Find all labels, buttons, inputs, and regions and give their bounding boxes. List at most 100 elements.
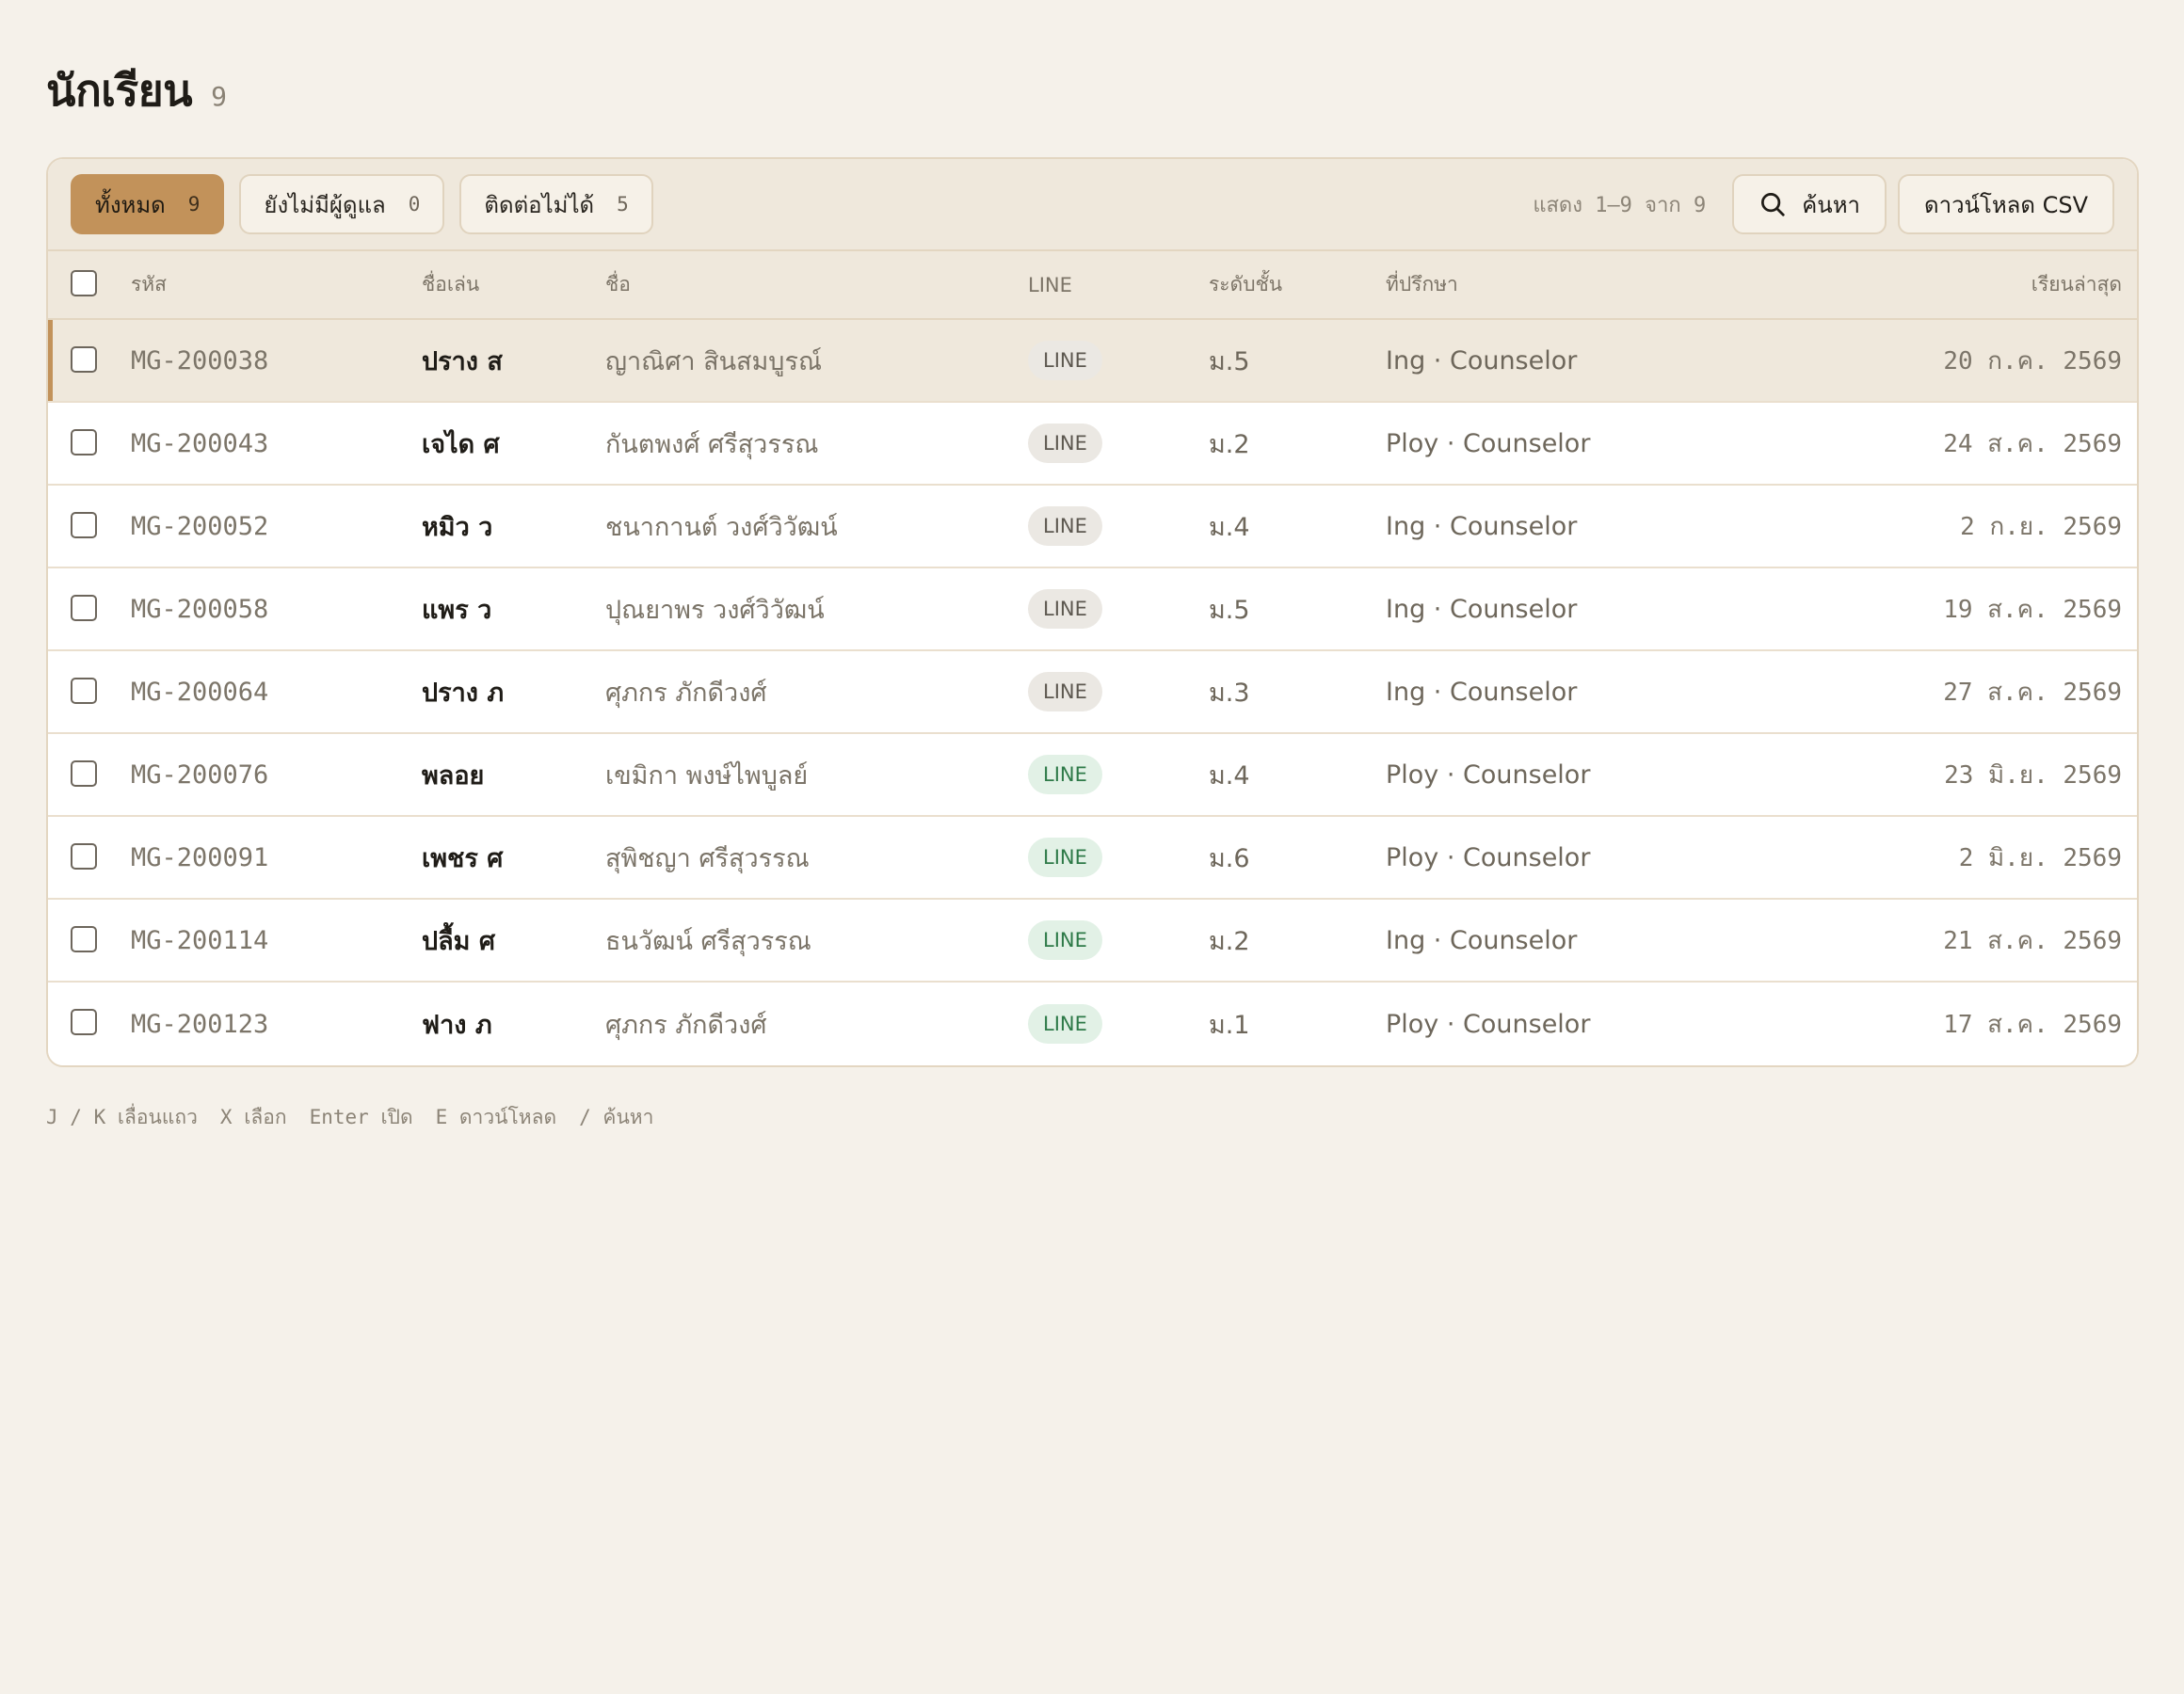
- student-code: MG-200052: [131, 511, 269, 541]
- shortcut-search: / ค้นหา: [579, 1106, 654, 1128]
- line-status-cell: LINE: [1028, 424, 1102, 463]
- student-nickname: ฟาง ภ: [422, 1010, 492, 1040]
- row-checkbox-cell: [71, 760, 99, 789]
- row-checkbox[interactable]: [71, 1009, 97, 1035]
- student-nickname: ปราง ส: [422, 346, 503, 376]
- filter-count: 5: [617, 193, 629, 216]
- row-checkbox-cell: [71, 678, 99, 706]
- student-grade: ม.5: [1209, 595, 1250, 625]
- line-status-badge: LINE: [1028, 920, 1102, 960]
- filter-no-advisor[interactable]: ยังไม่มีผู้ดูแล 0: [239, 174, 445, 234]
- table-body: MG-200038 ปราง ส ญาณิศา สินสมบูรณ์ LINE ม.5 I…: [48, 320, 2137, 1065]
- student-name: ปุณยาพร วงศ์วิวัฒน์: [605, 595, 825, 625]
- row-checkbox[interactable]: [71, 760, 97, 787]
- select-all-checkbox[interactable]: [71, 270, 97, 296]
- shortcut-select: X เลือก: [219, 1106, 287, 1128]
- student-advisor: Ing · Counselor: [1386, 345, 1578, 376]
- row-checkbox-cell: [71, 1009, 99, 1037]
- line-status-badge: LINE: [1028, 1004, 1102, 1044]
- row-checkbox[interactable]: [71, 512, 97, 538]
- student-code: MG-200114: [131, 925, 269, 955]
- student-advisor: Ing · Counselor: [1386, 925, 1578, 955]
- student-name: เขมิกา พงษ์ไพบูลย์: [605, 760, 809, 791]
- pagination-range: แสดง 1–9 จาก 9: [1533, 193, 1707, 217]
- student-advisor: Ploy · Counselor: [1386, 842, 1591, 872]
- row-checkbox-cell: [71, 843, 99, 871]
- line-status-cell: LINE: [1028, 506, 1102, 546]
- table-row[interactable]: MG-200123 ฟาง ภ ศุภกร ภักดีวงศ์ LINE ม.1 Ploy…: [48, 983, 2137, 1065]
- line-status-cell: LINE: [1028, 672, 1102, 711]
- row-checkbox[interactable]: [71, 346, 97, 373]
- search-button[interactable]: ค้นหา: [1732, 174, 1887, 234]
- student-name: ศุภกร ภักดีวงศ์: [605, 678, 767, 708]
- select-all-cell: [71, 270, 99, 298]
- row-checkbox[interactable]: [71, 429, 97, 455]
- row-checkbox[interactable]: [71, 678, 97, 704]
- student-grade: ม.6: [1209, 843, 1250, 873]
- filter-count: 0: [408, 193, 421, 216]
- student-nickname: หมิว ว: [422, 512, 493, 542]
- table-row[interactable]: MG-200038 ปราง ส ญาณิศา สินสมบูรณ์ LINE ม.5 I…: [48, 320, 2137, 403]
- table-header: รหัส ชื่อเล่น ชื่อ LINE ระดับชั้น ที่ปรึ…: [48, 251, 2137, 320]
- last-class-date: 17 ส.ค. 2569: [1943, 1010, 2122, 1039]
- student-advisor: Ing · Counselor: [1386, 511, 1578, 541]
- student-code: MG-200076: [131, 759, 269, 790]
- student-grade: ม.4: [1209, 512, 1250, 542]
- last-class-date: 21 ส.ค. 2569: [1943, 926, 2122, 955]
- filter-count: 9: [187, 193, 201, 216]
- table-row[interactable]: MG-200091 เพชร ศ สุพิชญา ศรีสุวรรณ LINE ม.6 P…: [48, 817, 2137, 900]
- student-code: MG-200038: [131, 345, 269, 376]
- last-class-date: 19 ส.ค. 2569: [1943, 595, 2122, 624]
- search-icon: [1761, 193, 1785, 216]
- column-header-code[interactable]: รหัส: [131, 269, 167, 300]
- last-class-date: 23 มิ.ย. 2569: [1944, 760, 2122, 790]
- filter-all[interactable]: ทั้งหมด 9: [71, 174, 225, 234]
- row-checkbox[interactable]: [71, 595, 97, 621]
- row-checkbox-cell: [71, 926, 99, 954]
- row-checkbox[interactable]: [71, 843, 97, 870]
- column-header-advisor[interactable]: ที่ปรึกษา: [1386, 269, 1458, 300]
- last-class-date: 24 ส.ค. 2569: [1943, 429, 2122, 458]
- last-class-date: 20 ก.ค. 2569: [1943, 346, 2122, 376]
- row-checkbox[interactable]: [71, 926, 97, 952]
- student-nickname: แพร ว: [422, 595, 492, 625]
- student-name: ญาณิศา สินสมบูรณ์: [605, 346, 823, 376]
- line-status-cell: LINE: [1028, 1004, 1102, 1044]
- column-header-name[interactable]: ชื่อ: [605, 269, 631, 300]
- students-page: นักเรียน 9 ทั้งหมด 9 ยังไม่มีผู้ดูแล 0 ต…: [46, 56, 2139, 1128]
- row-checkbox-cell: [71, 346, 99, 375]
- student-grade: ม.2: [1209, 429, 1250, 459]
- shortcut-open: Enter เปิด: [309, 1106, 413, 1128]
- student-name: ธนวัฒน์ ศรีสุวรรณ: [605, 926, 811, 956]
- student-advisor: Ploy · Counselor: [1386, 1009, 1591, 1039]
- table-row[interactable]: MG-200052 หมิว ว ชนากานต์ วงศ์วิวัฒน์ LINE ม…: [48, 486, 2137, 568]
- line-status-badge: LINE: [1028, 424, 1102, 463]
- student-grade: ม.1: [1209, 1010, 1250, 1040]
- row-checkbox-cell: [71, 595, 99, 623]
- table-row[interactable]: MG-200114 ปลื้ม ศ ธนวัฒน์ ศรีสุวรรณ LINE ม.2…: [48, 900, 2137, 983]
- student-grade: ม.5: [1209, 346, 1250, 376]
- table-row[interactable]: MG-200043 เจได ศ กันตพงศ์ ศรีสุวรรณ LINE ม.2…: [48, 403, 2137, 486]
- student-nickname: เจได ศ: [422, 429, 500, 459]
- column-header-nickname[interactable]: ชื่อเล่น: [422, 269, 479, 300]
- column-header-grade[interactable]: ระดับชั้น: [1209, 269, 1282, 300]
- student-advisor: Ing · Counselor: [1386, 677, 1578, 707]
- line-status-badge: LINE: [1028, 589, 1102, 629]
- filter-unreachable[interactable]: ติดต่อไม่ได้ 5: [459, 174, 653, 234]
- student-grade: ม.2: [1209, 926, 1250, 956]
- keyboard-shortcuts: J / K เลื่อนแถว X เลือก Enter เปิด E ดาว…: [46, 1102, 676, 1133]
- student-count: 9: [211, 81, 227, 112]
- table-toolbar: ทั้งหมด 9 ยังไม่มีผู้ดูแล 0 ติดต่อไม่ได้…: [48, 159, 2137, 251]
- student-name: ศุภกร ภักดีวงศ์: [605, 1010, 767, 1040]
- column-header-line[interactable]: LINE: [1028, 274, 1072, 296]
- table-row[interactable]: MG-200064 ปราง ภ ศุภกร ภักดีวงศ์ LINE ม.3 Ing…: [48, 651, 2137, 734]
- student-nickname: เพชร ศ: [422, 843, 504, 873]
- column-header-last-class[interactable]: เรียนล่าสุด: [2031, 269, 2122, 300]
- line-status-badge: LINE: [1028, 341, 1102, 380]
- table-row[interactable]: MG-200076 พลอย เขมิกา พงษ์ไพบูลย์ LINE ม.4 Pl…: [48, 734, 2137, 817]
- download-csv-button[interactable]: ดาวน์โหลด CSV: [1898, 174, 2114, 234]
- table-row[interactable]: MG-200058 แพร ว ปุณยาพร วงศ์วิวัฒน์ LINE ม.5…: [48, 568, 2137, 651]
- line-status-badge: LINE: [1028, 672, 1102, 711]
- last-class-date: 27 ส.ค. 2569: [1943, 678, 2122, 707]
- filter-label: ติดต่อไม่ได้: [484, 191, 595, 218]
